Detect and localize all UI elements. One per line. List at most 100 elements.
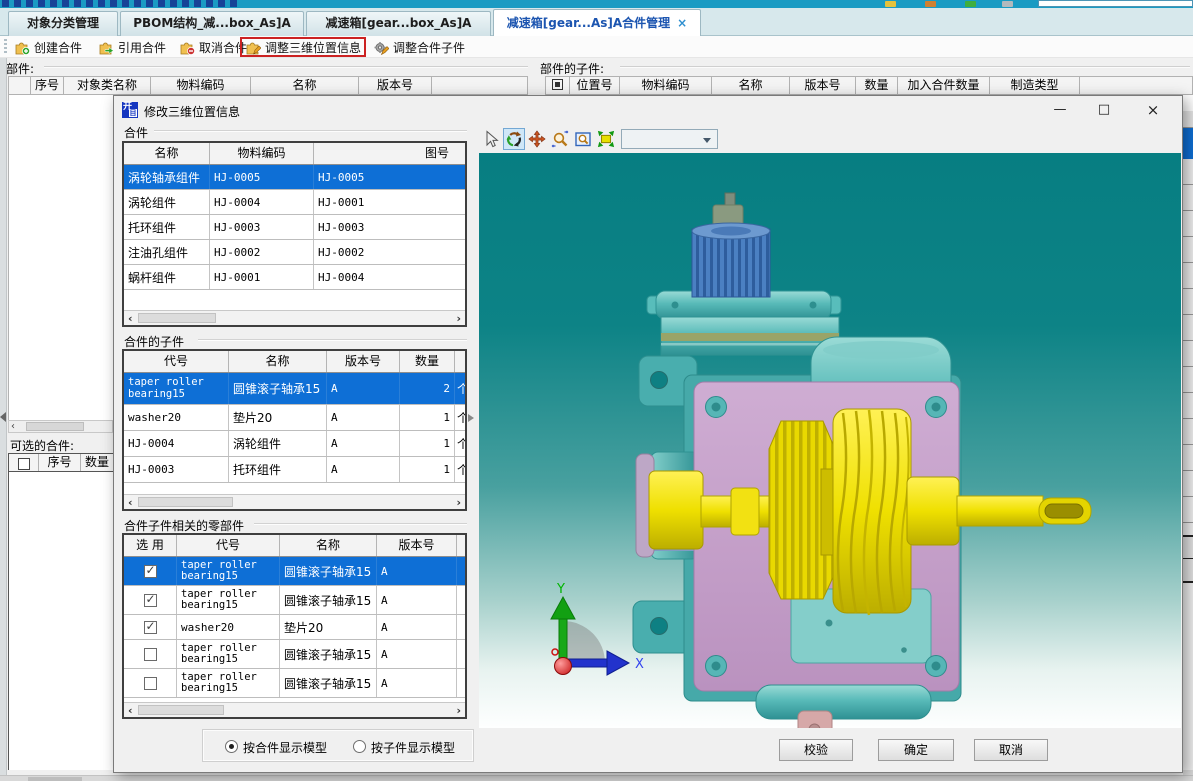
- table-row[interactable]: taper roller bearing15 圆锥滚子轴承15 A: [124, 669, 465, 698]
- row-checkbox[interactable]: [144, 621, 157, 634]
- view-preset-dropdown[interactable]: [621, 129, 718, 149]
- left-splitter-bar[interactable]: [0, 58, 7, 775]
- close-button[interactable]: ×: [1135, 98, 1171, 122]
- table-row[interactable]: washer20 垫片20 A: [124, 615, 465, 640]
- ok-button[interactable]: 确定: [878, 739, 954, 761]
- bottom-scrollbar[interactable]: [0, 775, 1193, 781]
- gearbox-3d-model: Y X: [479, 153, 1181, 728]
- tab-bar: 对象分类管理 PBOM结构_减...box_As]A 减速箱[gear...bo…: [0, 8, 1193, 36]
- fit-view-icon: [597, 130, 615, 148]
- cursor-icon: [482, 130, 500, 148]
- radio-by-assembly-label[interactable]: 按合件显示模型: [243, 739, 327, 756]
- parts-panel-label: 部件:: [6, 60, 34, 77]
- verify-button[interactable]: 校验: [779, 739, 853, 761]
- bottom-boss: [756, 685, 931, 728]
- optional-table-header: 序号 数量: [8, 453, 113, 472]
- related-table-hscrollbar[interactable]: ‹›: [124, 702, 465, 717]
- divider: [198, 339, 467, 341]
- row-selector-header: [9, 77, 31, 94]
- children-table-header: 位置号 物料编码 名称 版本号 数量 加入合件数量 制造类型: [545, 76, 1193, 95]
- pan-tool-button[interactable]: [526, 128, 548, 150]
- minimize-button[interactable]: —: [1042, 98, 1078, 122]
- reference-assembly-button[interactable]: 引用合件: [95, 37, 169, 57]
- tab-object-classification[interactable]: 对象分类管理: [8, 11, 118, 36]
- assembly-table-header: 名称 物料编码 图号: [124, 143, 465, 165]
- related-table-header: 选 用 代号 名称 版本号: [124, 535, 465, 557]
- y-axis-label: Y: [556, 582, 565, 597]
- table-row[interactable]: 蜗杆组件 HJ-0001 HJ-0004: [124, 265, 465, 290]
- puzzle-edit-icon: [245, 39, 261, 55]
- table-row[interactable]: taper roller bearing15 圆锥滚子轴承15 A: [124, 557, 465, 586]
- titlebar-clipped-text: [2, 0, 242, 7]
- children-table-hscrollbar[interactable]: ‹›: [124, 494, 465, 509]
- optional-table-body: [8, 472, 113, 770]
- table-row[interactable]: washer20 垫片20 A 1 个: [124, 405, 465, 431]
- table-row[interactable]: 托环组件 HJ-0003 HJ-0003: [124, 215, 465, 240]
- expand-panel-icon[interactable]: [468, 414, 474, 422]
- titlebar-search-input[interactable]: [1038, 0, 1193, 7]
- display-mode-group: 按合件显示模型 按子件显示模型: [202, 729, 474, 762]
- fit-view-tool-button[interactable]: [595, 128, 617, 150]
- rotate-tool-button[interactable]: [503, 128, 525, 150]
- divider: [44, 66, 528, 68]
- checkbox-header-icon[interactable]: [9, 454, 39, 471]
- assembly-table: 名称 物料编码 图号 涡轮轴承组件 HJ-0005 HJ-0005 涡轮组件 H…: [122, 141, 467, 327]
- toolbar-grip[interactable]: [4, 39, 7, 55]
- bottom-scrollbar-thumb[interactable]: [28, 777, 82, 781]
- maximize-button[interactable]: □: [1086, 98, 1122, 122]
- top-drum: [661, 317, 839, 355]
- adjust-3d-position-button[interactable]: 调整三维位置信息: [240, 37, 366, 57]
- tab-gearbox[interactable]: 减速箱[gear...box_As]A: [306, 11, 491, 36]
- tab-assembly-management[interactable]: 减速箱[gear...As]A合件管理×: [493, 9, 701, 37]
- table-row[interactable]: 注油孔组件 HJ-0002 HJ-0002: [124, 240, 465, 265]
- radio-by-child-label[interactable]: 按子件显示模型: [371, 739, 455, 756]
- parts-hscrollbar[interactable]: ‹: [8, 420, 113, 433]
- zoom-tool-button[interactable]: [549, 128, 571, 150]
- titlebar-icon[interactable]: [1002, 1, 1013, 7]
- radio-by-assembly[interactable]: [225, 740, 238, 753]
- zoom-window-tool-button[interactable]: [572, 128, 594, 150]
- tab-pbom-structure[interactable]: PBOM结构_减...box_As]A: [120, 11, 304, 36]
- table-row[interactable]: taper roller bearing15 圆锥滚子轴承15 A: [124, 586, 465, 615]
- helical-gear: [833, 409, 911, 615]
- assembly-toolbar: 创建合件 引用合件 取消合件 调整三维位置信息 调整合件子件: [0, 36, 1193, 58]
- related-parts-table: 选 用 代号 名称 版本号 taper roller bearing15 圆锥滚…: [122, 533, 467, 719]
- chevron-down-icon: [703, 138, 711, 143]
- row-checkbox[interactable]: [144, 594, 157, 607]
- cancel-button[interactable]: 取消: [974, 739, 1048, 761]
- table-row[interactable]: HJ-0004 涡轮组件 A 1 个: [124, 431, 465, 457]
- titlebar-icon[interactable]: [925, 1, 936, 7]
- row-checkbox[interactable]: [144, 677, 157, 690]
- zoom-window-icon: [574, 130, 592, 148]
- children-table-header: 代号 名称 版本号 数量: [124, 351, 465, 373]
- adjust-assembly-children-button[interactable]: 调整合件子件: [370, 37, 468, 57]
- create-assembly-button[interactable]: 创建合件: [11, 37, 85, 57]
- top-gear: [692, 193, 770, 297]
- dialog-title: 修改三维位置信息: [144, 103, 240, 120]
- table-row[interactable]: taper roller bearing15 圆锥滚子轴承15 A: [124, 640, 465, 669]
- assembly-table-hscrollbar[interactable]: ‹›: [124, 310, 465, 325]
- table-row[interactable]: HJ-0003 托环组件 A 1 个: [124, 457, 465, 483]
- zoom-icon: [551, 130, 569, 148]
- divider: [620, 66, 1190, 68]
- row-checkbox[interactable]: [144, 648, 157, 661]
- 3d-viewport[interactable]: Y X: [479, 153, 1181, 728]
- axis-triad: Y X: [551, 582, 644, 675]
- radio-by-child[interactable]: [353, 740, 366, 753]
- children-panel-label: 部件的子件:: [540, 60, 604, 77]
- selected-row-edge: [1183, 128, 1193, 159]
- table-row[interactable]: taper roller bearing15 圆锥滚子轴承15 A 2 个: [124, 373, 465, 405]
- select-all-icon[interactable]: [546, 77, 570, 94]
- cancel-assembly-button[interactable]: 取消合件: [176, 37, 250, 57]
- rotate-icon: [505, 130, 523, 148]
- titlebar-icon[interactable]: [885, 1, 896, 7]
- children-table: 代号 名称 版本号 数量 taper roller bearing15 圆锥滚子…: [122, 349, 467, 511]
- tab-close-icon[interactable]: ×: [677, 16, 687, 30]
- modify-3d-position-dialog: 开目 修改三维位置信息 — □ × 合件 名称 物料编码 图号 涡轮轴承组件 H…: [113, 95, 1183, 773]
- row-checkbox[interactable]: [144, 565, 157, 578]
- titlebar-icon[interactable]: [965, 1, 976, 7]
- select-tool-button[interactable]: [480, 128, 502, 150]
- collapse-left-icon[interactable]: [0, 412, 6, 422]
- table-row[interactable]: 涡轮轴承组件 HJ-0005 HJ-0005: [124, 165, 465, 190]
- table-row[interactable]: 涡轮组件 HJ-0004 HJ-0001: [124, 190, 465, 215]
